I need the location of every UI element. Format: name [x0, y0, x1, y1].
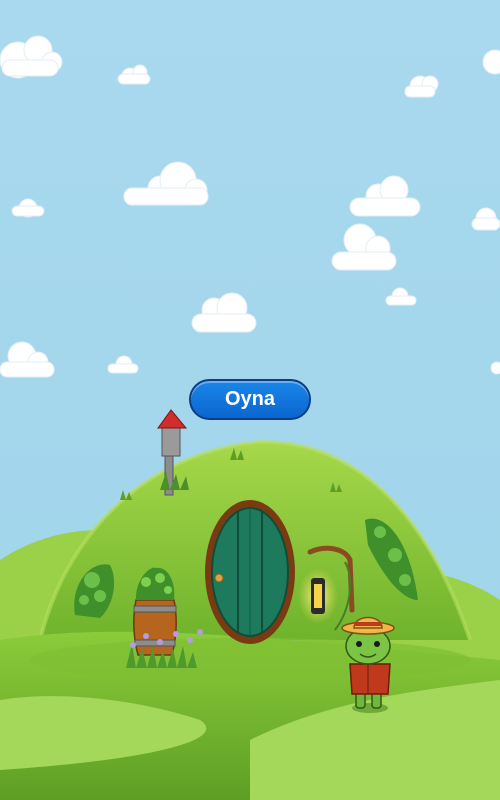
- hobbit-door: [205, 500, 295, 644]
- play-button[interactable]: Oyna: [189, 379, 311, 420]
- barrel: [133, 567, 177, 656]
- game-scene: Oyna: [0, 0, 500, 800]
- cloud: [490, 361, 500, 375]
- yard: [30, 638, 470, 682]
